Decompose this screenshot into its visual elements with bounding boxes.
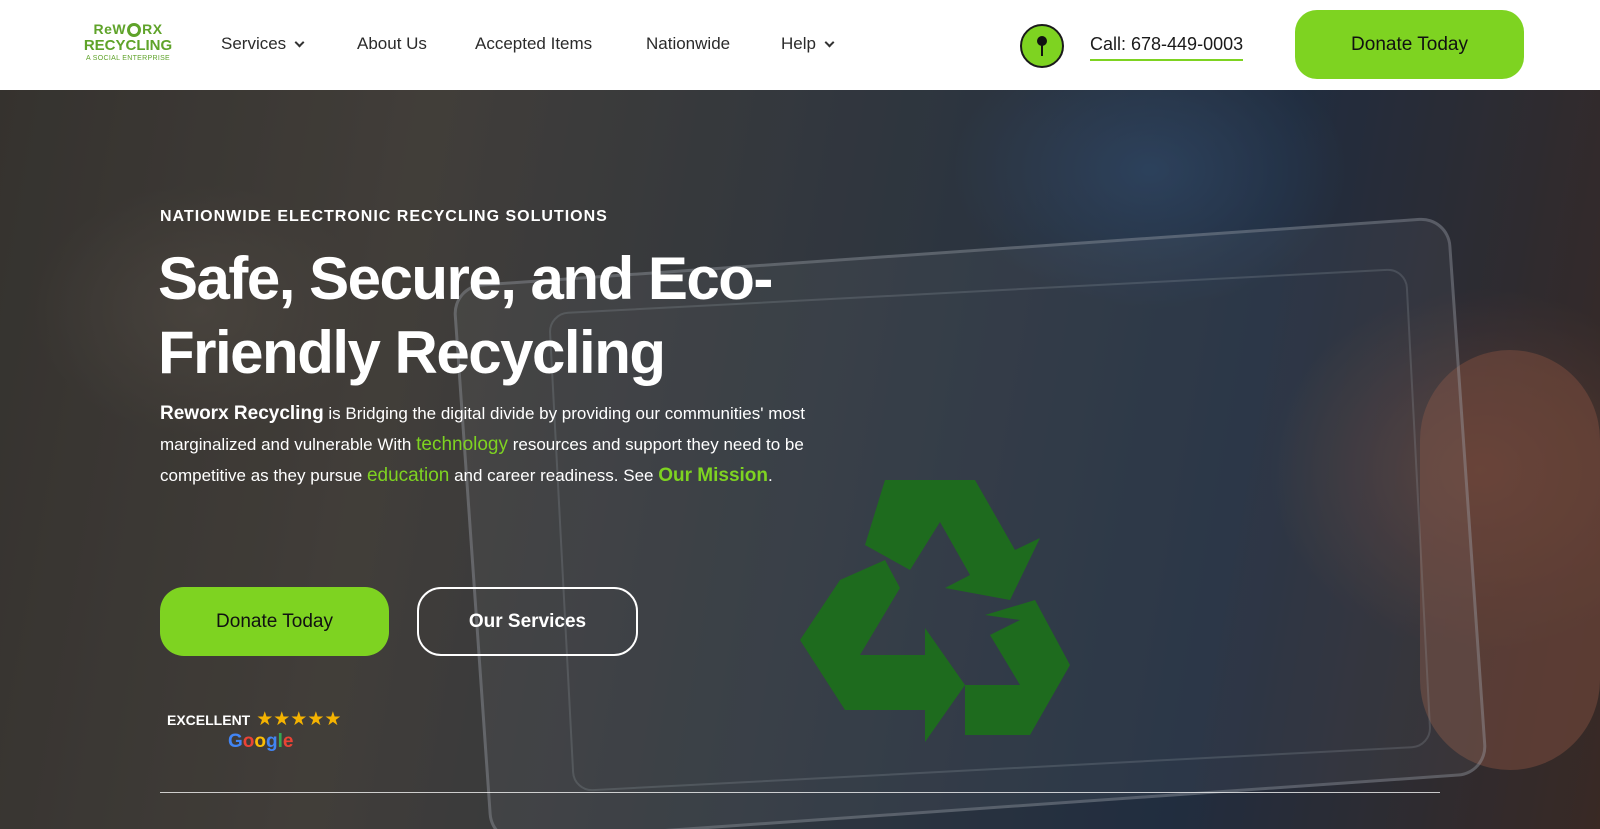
nav-help[interactable]: Help: [781, 34, 835, 54]
site-logo[interactable]: ReW RX RECYCLING A SOCIAL ENTERPRISE: [78, 22, 178, 66]
description-text: .: [768, 466, 773, 485]
hero-title: Safe, Secure, and Eco-Friendly Recycling: [158, 245, 773, 386]
site-header: ReW RX RECYCLING A SOCIAL ENTERPRISE Ser…: [0, 0, 1600, 90]
logo-text-b: RX: [142, 21, 163, 37]
technology-highlight: technology: [416, 434, 508, 455]
logo-tagline: A SOCIAL ENTERPRISE: [85, 55, 171, 62]
nav-accepted-items[interactable]: Accepted Items: [475, 34, 592, 54]
logo-text-a: ReW: [93, 21, 127, 37]
logo-recycling-text: RECYCLING: [83, 37, 173, 54]
nav-nationwide-label: Nationwide: [646, 34, 731, 53]
nav-accepted-items-label: Accepted Items: [475, 34, 593, 53]
hero-eyebrow: NATIONWIDE ELECTRONIC RECYCLING SOLUTION…: [160, 208, 608, 225]
our-mission-link[interactable]: Our Mission: [658, 465, 768, 486]
hero-donate-button[interactable]: Donate Today: [160, 587, 389, 656]
nav-services[interactable]: Services: [221, 34, 305, 54]
star-rating-icon: ★★★★★: [256, 709, 342, 730]
chevron-down-icon: [294, 37, 305, 47]
nav-about-us-label: About Us: [357, 34, 427, 53]
recycle-icon: [800, 480, 1070, 742]
header-donate-button[interactable]: Donate Today: [1295, 10, 1524, 79]
review-badge[interactable]: EXCELLENT ★★★★★: [167, 708, 341, 731]
chevron-down-icon: [824, 37, 835, 47]
call-link[interactable]: Call: 678-449-0003: [1090, 34, 1244, 61]
logo-wordmark: ReW RX: [78, 22, 178, 37]
brand-name: Reworx Recycling: [160, 403, 324, 424]
hero-divider: [160, 792, 1440, 793]
nav-nationwide[interactable]: Nationwide: [646, 34, 730, 54]
recycle-o-icon: [127, 22, 142, 37]
hero-description: Reworx Recycling is Bridging the digital…: [160, 398, 810, 491]
google-logo: Google: [228, 731, 294, 752]
map-pin-icon[interactable]: [1020, 24, 1064, 68]
education-highlight: education: [366, 465, 450, 486]
description-text: and career readiness. See: [449, 466, 659, 485]
nav-services-label: Services: [221, 34, 287, 53]
hero-section: NATIONWIDE ELECTRONIC RECYCLING SOLUTION…: [0, 90, 1600, 829]
review-label: EXCELLENT: [167, 711, 251, 728]
hero-services-button[interactable]: Our Services: [417, 587, 638, 656]
nav-help-label: Help: [781, 34, 816, 53]
nav-about-us[interactable]: About Us: [357, 34, 427, 54]
